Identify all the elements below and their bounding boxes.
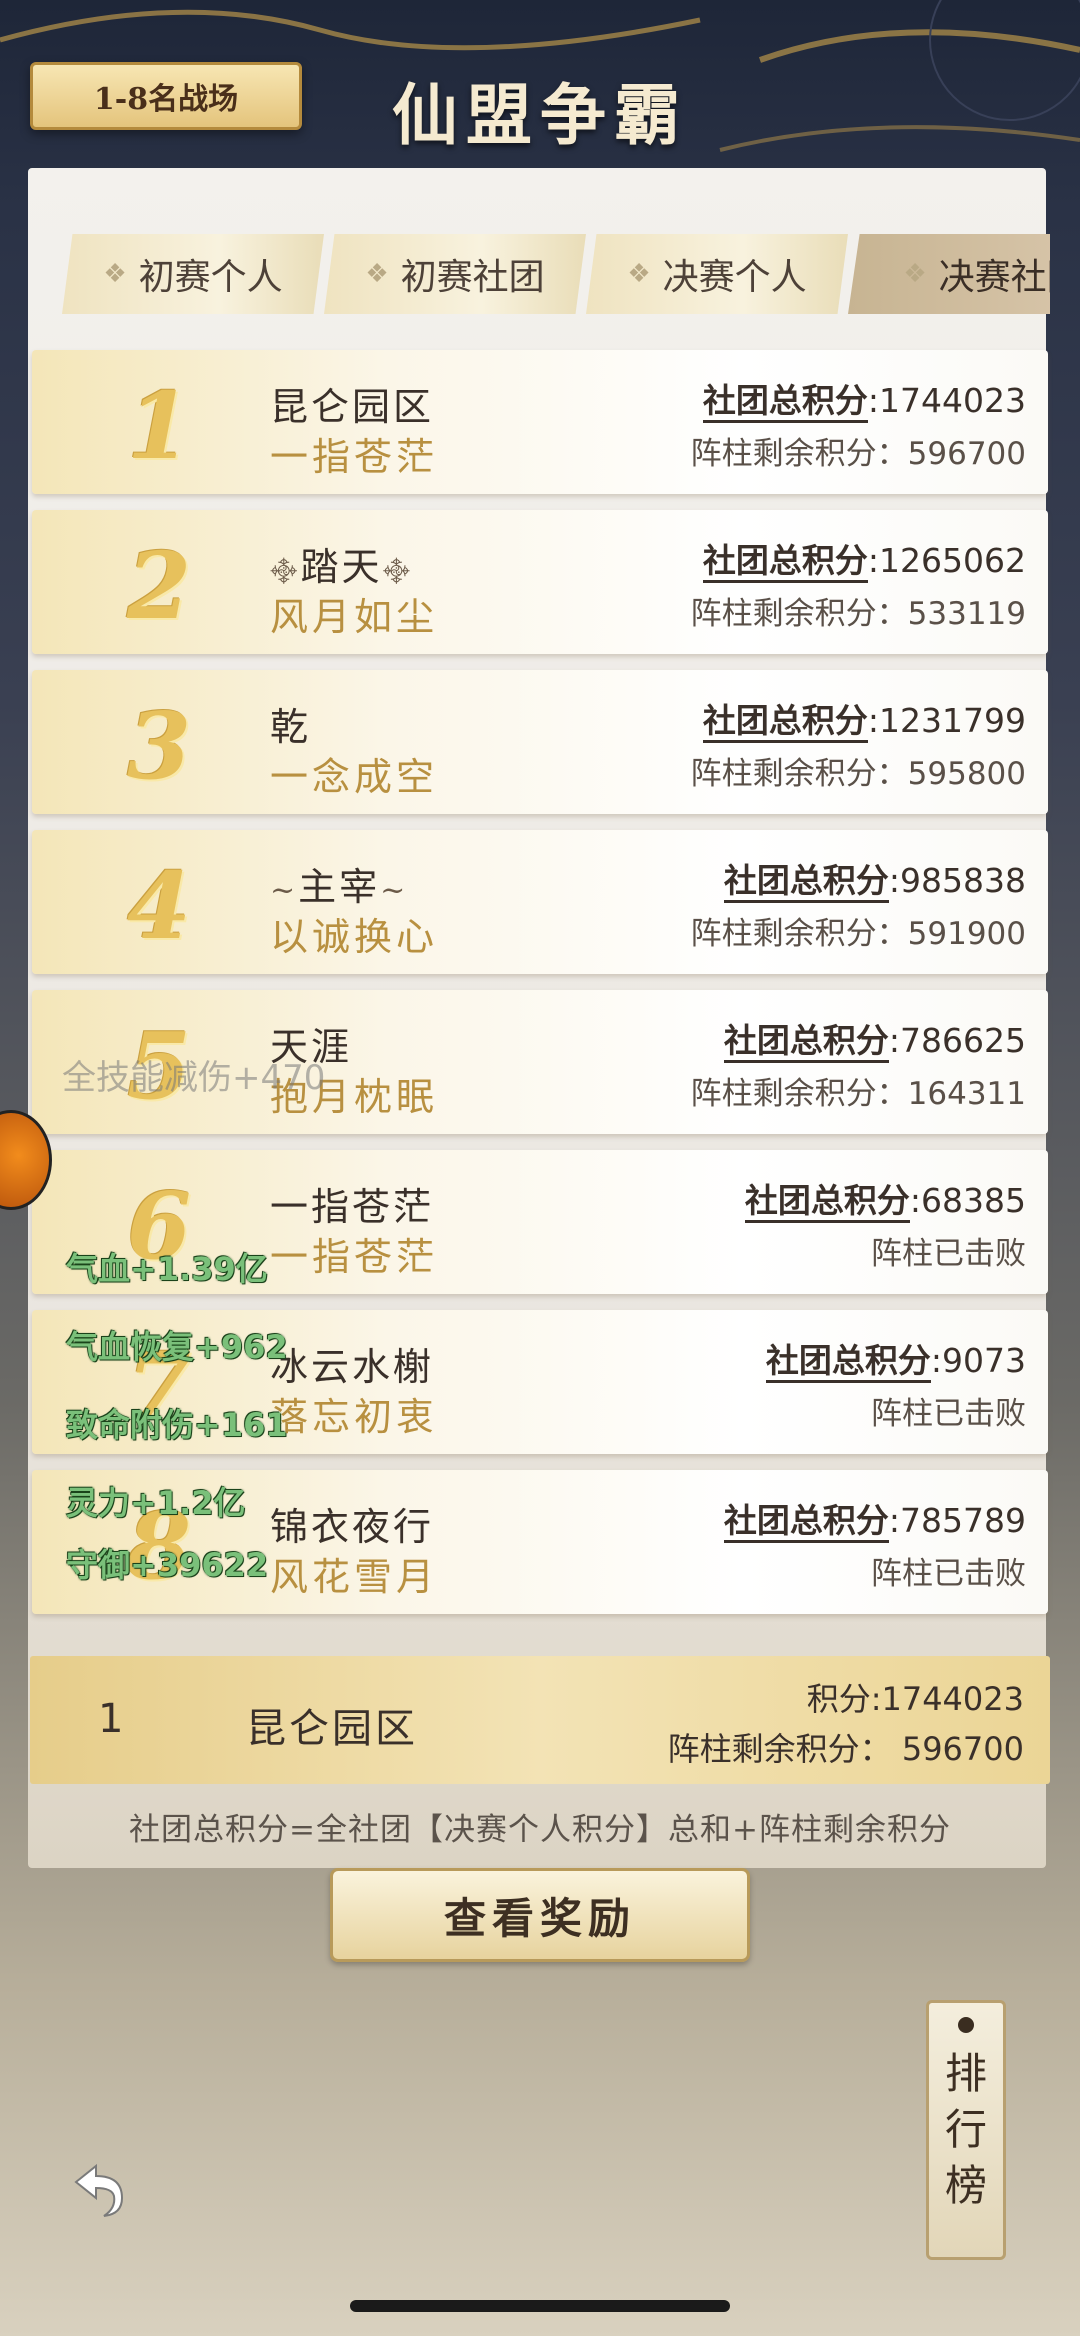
tag-knot-icon [958,2017,974,2033]
page-title: 仙盟争霸 [392,76,688,154]
buff-popup: 气血+1.39亿 [66,1250,268,1288]
leader-name: 风花雪月 [270,1555,439,1599]
pillar-status: 阵柱已击败 [871,1236,1026,1272]
buff-popup: 灵力+1.2亿 [66,1484,246,1522]
buff-popup: 气血恢复+962 [66,1328,288,1366]
wave-ornament-icon: ~ [270,873,299,908]
leader-name: 一念成空 [270,755,439,799]
tab-bar: ❖ 初赛个人 ❖ 初赛社团 ❖ 决赛个人 ❖ 决赛社团 [40,228,1050,320]
tab-prelim-guild[interactable]: ❖ 初赛社团 [324,234,586,314]
leader-name: 风月如尘 [270,595,439,639]
diamond-icon: ❖ [903,259,927,289]
ranking-row[interactable]: 3 乾 一念成空 社团总积分:1231799 阵柱剩余积分：595800 [32,670,1048,814]
guild-total-score: 社团总积分:786625 [723,1014,1026,1063]
guild-name: 冰云水榭 [270,1345,435,1389]
my-guild-rank: 1 [98,1696,124,1742]
tab-label: 初赛个人 [138,257,283,298]
guild-total-score: 社团总积分:1744023 [702,374,1026,423]
pillar-status: 阵柱已击败 [871,1556,1026,1592]
buff-popup: 致命附伤+161 [66,1406,288,1444]
guild-name: 昆仑园区 [270,385,435,429]
tab-label: 决赛个人 [662,257,807,298]
rank-number: 2 [127,532,192,640]
rank-number: 4 [127,852,192,960]
diamond-icon: ❖ [103,259,127,289]
guild-name: 锦衣夜行 [270,1505,435,1549]
ranking-row[interactable]: 4 ~主宰~ 以诚换心 社团总积分:985838 阵柱剩余积分：591900 [32,830,1048,974]
diamond-icon: ❖ [627,259,651,289]
my-guild-summary: 1 昆仑园区 积分:1744023 阵柱剩余积分： 596700 [30,1656,1050,1784]
guild-total-score: 社团总积分:1231799 [702,694,1026,743]
leaderboard-char: 行 [944,2105,987,2154]
ranking-row[interactable]: 1 昆仑园区 一指苍茫 社团总积分:1744023 阵柱剩余积分：596700 [32,350,1048,494]
wave-ornament-icon: ~ [380,873,409,908]
leaderboard-char: 排 [944,2049,987,2098]
leader-name: 落忘初衷 [270,1395,439,1439]
tab-label: 初赛社团 [400,257,545,298]
tab-final-individual[interactable]: ❖ 决赛个人 [586,234,848,314]
my-guild-name: 昆仑园区 [246,1706,418,1752]
leader-name: 一指苍茫 [270,1235,439,1279]
guild-name: ~主宰~ [270,865,409,909]
pillar-remaining-score: 阵柱剩余积分：596700 [690,436,1026,472]
home-indicator [350,2300,730,2312]
my-guild-score: 积分:1744023 [806,1680,1024,1718]
leader-name: 以诚换心 [270,915,439,959]
my-guild-pillar-score: 阵柱剩余积分： 596700 [667,1730,1024,1768]
back-arrow-icon[interactable] [56,2152,136,2232]
damage-reduction-watermark: 全技能减伤+470 [62,1058,326,1098]
guild-total-score: 社团总积分:68385 [744,1174,1026,1223]
guild-total-score: 社团总积分:785789 [723,1494,1026,1543]
buff-popup: 守御+39622 [66,1546,269,1584]
scoring-formula-note: 社团总积分=全社团【决赛个人积分】总和+阵柱剩余积分 [129,1812,951,1848]
tab-final-guild[interactable]: ❖ 决赛社团 [848,234,1050,314]
rank-number: 3 [127,692,192,800]
pillar-remaining-score: 阵柱剩余积分：533119 [690,596,1026,632]
leaderboard-button[interactable]: 排 行 榜 [926,2000,1006,2260]
pillar-remaining-score: 阵柱剩余积分：595800 [690,756,1026,792]
pillar-remaining-score: 阵柱剩余积分：591900 [690,916,1026,952]
guild-total-score: 社团总积分:985838 [723,854,1026,903]
guild-total-score: 社团总积分:1265062 [702,534,1026,583]
view-rewards-button[interactable]: 查看奖励 [330,1868,750,1962]
pillar-status: 阵柱已击败 [871,1396,1026,1432]
leader-name: 一指苍茫 [270,435,439,479]
guild-total-score: 社团总积分:9073 [765,1334,1026,1383]
cloud-ornament-icon: ࿇ [270,553,301,588]
leaderboard-char: 榜 [944,2161,987,2210]
ranking-row[interactable]: 2 ࿇踏天࿇ 风月如尘 社团总积分:1265062 阵柱剩余积分：533119 [32,510,1048,654]
rank-number: 1 [127,372,192,480]
cloud-ornament-icon: ࿇ [382,553,414,588]
diamond-icon: ❖ [365,259,389,289]
guild-name: 乾 [270,705,312,749]
tab-label: 决赛社团 [938,257,1050,298]
tab-prelim-individual[interactable]: ❖ 初赛个人 [62,234,324,314]
pillar-remaining-score: 阵柱剩余积分：164311 [690,1076,1026,1112]
guild-name: 一指苍茫 [270,1185,435,1229]
